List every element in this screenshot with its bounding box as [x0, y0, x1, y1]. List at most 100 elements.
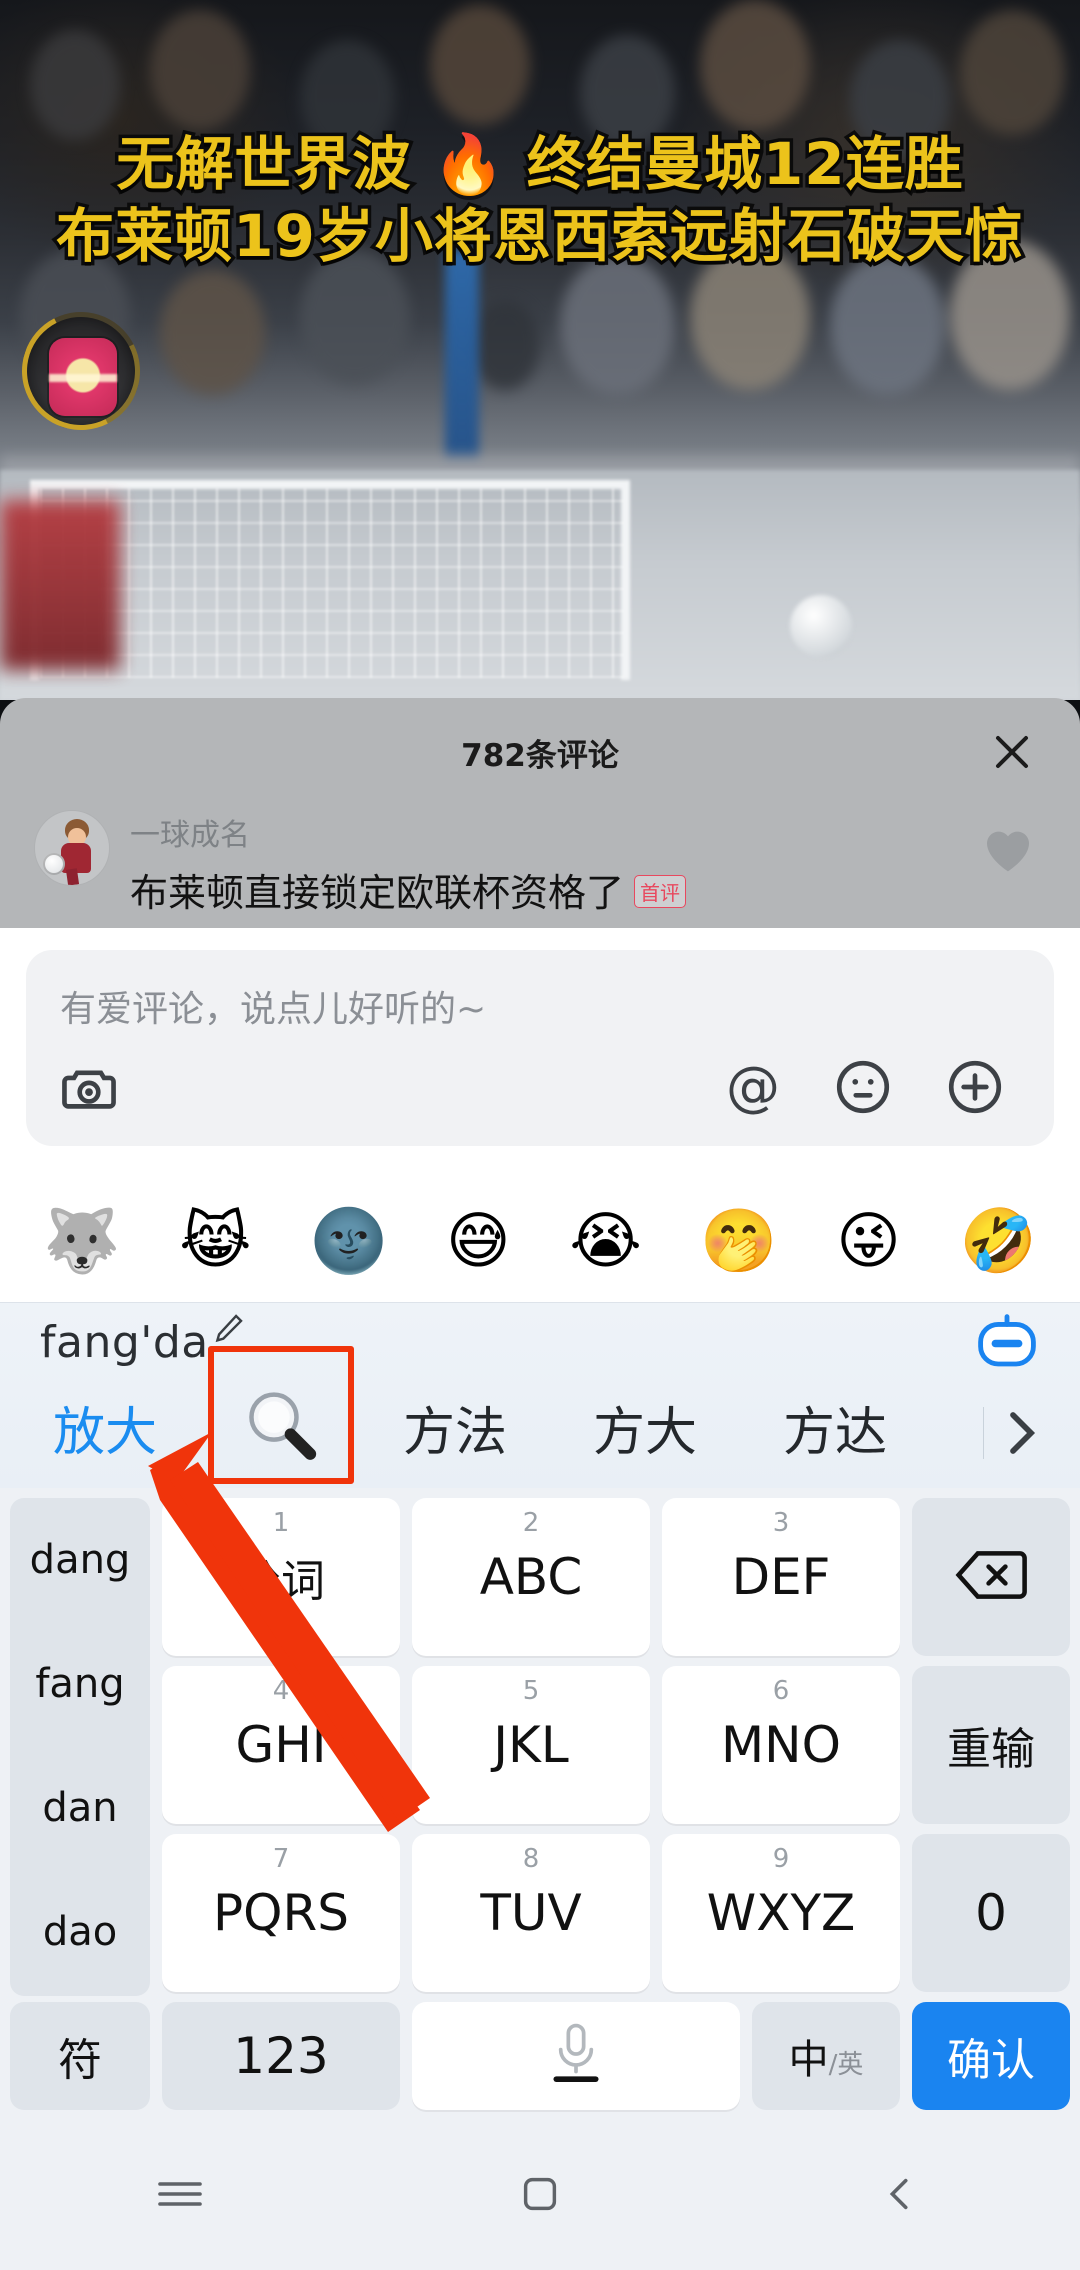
key-number: 3	[772, 1508, 790, 1538]
emoji-item[interactable]: 🐺	[43, 1210, 120, 1272]
back-chevron-icon[interactable]	[855, 2159, 945, 2229]
input-toolbar: @	[26, 1052, 1054, 1130]
magnifier-icon[interactable]	[236, 1382, 326, 1472]
comment-input-box[interactable]: 有爱评论，说点儿好听的~ @	[26, 950, 1054, 1146]
key-label: 123	[233, 2027, 329, 2085]
emoji-item[interactable]: 😭	[569, 1210, 641, 1272]
candidate-item-3[interactable]: 方大	[560, 1381, 730, 1485]
avatar[interactable]	[49, 338, 117, 416]
key-6-mno[interactable]: 6 MNO	[662, 1666, 900, 1824]
key-language-toggle[interactable]: 中/英	[752, 2002, 900, 2110]
candidate-item-2[interactable]: 方法	[370, 1381, 540, 1485]
emoji-quick-strip: 🐺 😹 🌚 😅 😭 🤭 😜 🤣	[0, 1180, 1080, 1302]
phone-screen: 无解世界波 🔥 终结曼城12连胜 布莱顿19岁小将恩西索远射石破天惊 782条评…	[0, 0, 1080, 2270]
key-label: 0	[975, 1884, 1007, 1942]
key-number: 7	[272, 1844, 290, 1874]
comment-body: 布莱顿直接锁定欧联杯资格了	[130, 871, 625, 915]
stadium-pillar	[445, 250, 479, 480]
key-0[interactable]: 0	[912, 1834, 1070, 1992]
emoji-item[interactable]: 🤣	[959, 1210, 1036, 1272]
close-icon[interactable]	[988, 728, 1036, 776]
crowd-background	[0, 0, 1080, 470]
menu-icon[interactable]	[135, 2159, 225, 2229]
plus-circle-icon[interactable]	[944, 1056, 1006, 1118]
key-reinput[interactable]: 重输	[912, 1666, 1070, 1824]
lang-sub: /英	[828, 2050, 864, 2080]
key-numbers[interactable]: 123	[162, 2002, 400, 2110]
key-label: ABC	[479, 1548, 583, 1606]
key-label: 分词	[237, 1556, 325, 1607]
football	[790, 595, 852, 657]
candidate-item-0[interactable]: 放大	[20, 1381, 190, 1485]
microphone-icon	[531, 2019, 621, 2093]
heart-icon[interactable]	[980, 822, 1036, 874]
emoji-item[interactable]: 😹	[179, 1210, 251, 1272]
key-5-jkl[interactable]: 5 JKL	[412, 1666, 650, 1824]
key-label: PQRS	[213, 1884, 349, 1942]
comment-count-title: 782条评论	[461, 738, 619, 774]
pinyin-option[interactable]: fang	[10, 1622, 150, 1746]
commenter-avatar[interactable]	[34, 810, 110, 886]
ime-candidate-bar: fang'da 放大 方法 方大 方达	[0, 1302, 1080, 1488]
key-symbol[interactable]: 符	[10, 2002, 150, 2110]
key-label: 重输	[947, 1724, 1035, 1775]
comment-list-item[interactable]: 一球成名 布莱顿直接锁定欧联杯资格了 首评	[0, 804, 1080, 928]
key-label: WXYZ	[706, 1884, 856, 1942]
pinyin-option[interactable]: dao	[10, 1870, 150, 1994]
robot-icon[interactable]	[974, 1313, 1040, 1371]
pinyin-option-list: dang fang dan dao	[10, 1498, 150, 1996]
emoji-item[interactable]: 🌚	[310, 1210, 387, 1272]
comment-sheet: 782条评论 一球成名 布莱顿直接锁定欧联杯资格了 首评	[0, 698, 1080, 928]
key-label: 中/英	[789, 2027, 864, 2085]
keyboard: dang fang dan dao 1 分词 2 ABC 3 DEF 4 GHI…	[0, 1488, 1080, 2118]
key-number: 9	[772, 1844, 790, 1874]
pinyin-composing-text: fang'da	[40, 1317, 209, 1368]
key-label: 确认	[947, 2035, 1035, 2086]
player-blur	[0, 500, 120, 670]
mention-icon[interactable]: @	[722, 1056, 784, 1118]
key-label: GHI	[235, 1716, 327, 1774]
system-navigation-bar	[0, 2118, 1080, 2270]
emoji-face-icon[interactable]	[832, 1056, 894, 1118]
key-label: TUV	[480, 1884, 582, 1942]
comment-input-placeholder: 有爱评论，说点儿好听的~	[60, 989, 487, 1030]
candidate-list: 放大 方法 方大 方达	[0, 1381, 1080, 1485]
key-4-ghi[interactable]: 4 GHI	[162, 1666, 400, 1824]
key-space[interactable]	[412, 2002, 740, 2110]
key-confirm[interactable]: 确认	[912, 2002, 1070, 2110]
emoji-item[interactable]: 😅	[446, 1210, 511, 1272]
lang-main: 中	[788, 2037, 829, 2083]
key-number: 1	[272, 1508, 290, 1538]
candidate-item-4[interactable]: 方达	[750, 1381, 920, 1485]
key-label: 符	[58, 2035, 102, 2086]
pencil-icon[interactable]	[212, 1311, 246, 1345]
key-1-fenci[interactable]: 1 分词	[162, 1498, 400, 1656]
chevron-right-icon[interactable]	[986, 1381, 1058, 1485]
key-label: MNO	[721, 1716, 841, 1774]
comment-sheet-header: 782条评论	[0, 698, 1080, 804]
video-player[interactable]: 无解世界波 🔥 终结曼城12连胜 布莱顿19岁小将恩西索远射石破天惊	[0, 0, 1080, 700]
key-number: 2	[522, 1508, 540, 1538]
key-label: DEF	[731, 1548, 831, 1606]
camera-icon[interactable]	[58, 1056, 120, 1118]
commenter-name: 一球成名	[130, 819, 250, 852]
pinyin-option[interactable]: dan	[10, 1746, 150, 1870]
emoji-item[interactable]: 😜	[836, 1210, 901, 1272]
key-3-def[interactable]: 3 DEF	[662, 1498, 900, 1656]
key-2-abc[interactable]: 2 ABC	[412, 1498, 650, 1656]
key-9-wxyz[interactable]: 9 WXYZ	[662, 1834, 900, 1992]
key-number: 8	[522, 1844, 540, 1874]
first-comment-badge: 首评	[634, 875, 687, 908]
comment-text-line: 布莱顿直接锁定欧联杯资格了 首评	[130, 862, 687, 917]
key-number: 6	[772, 1676, 790, 1706]
pinyin-option[interactable]: dang	[10, 1498, 150, 1622]
goal-net	[40, 488, 624, 678]
key-8-tuv[interactable]: 8 TUV	[412, 1834, 650, 1992]
home-square-icon[interactable]	[495, 2159, 585, 2229]
emoji-item[interactable]: 🤭	[700, 1210, 777, 1272]
candidate-divider	[983, 1407, 984, 1459]
key-backspace[interactable]	[912, 1498, 1070, 1656]
key-7-pqrs[interactable]: 7 PQRS	[162, 1834, 400, 1992]
backspace-icon	[955, 1548, 1027, 1606]
key-label: JKL	[493, 1716, 569, 1774]
